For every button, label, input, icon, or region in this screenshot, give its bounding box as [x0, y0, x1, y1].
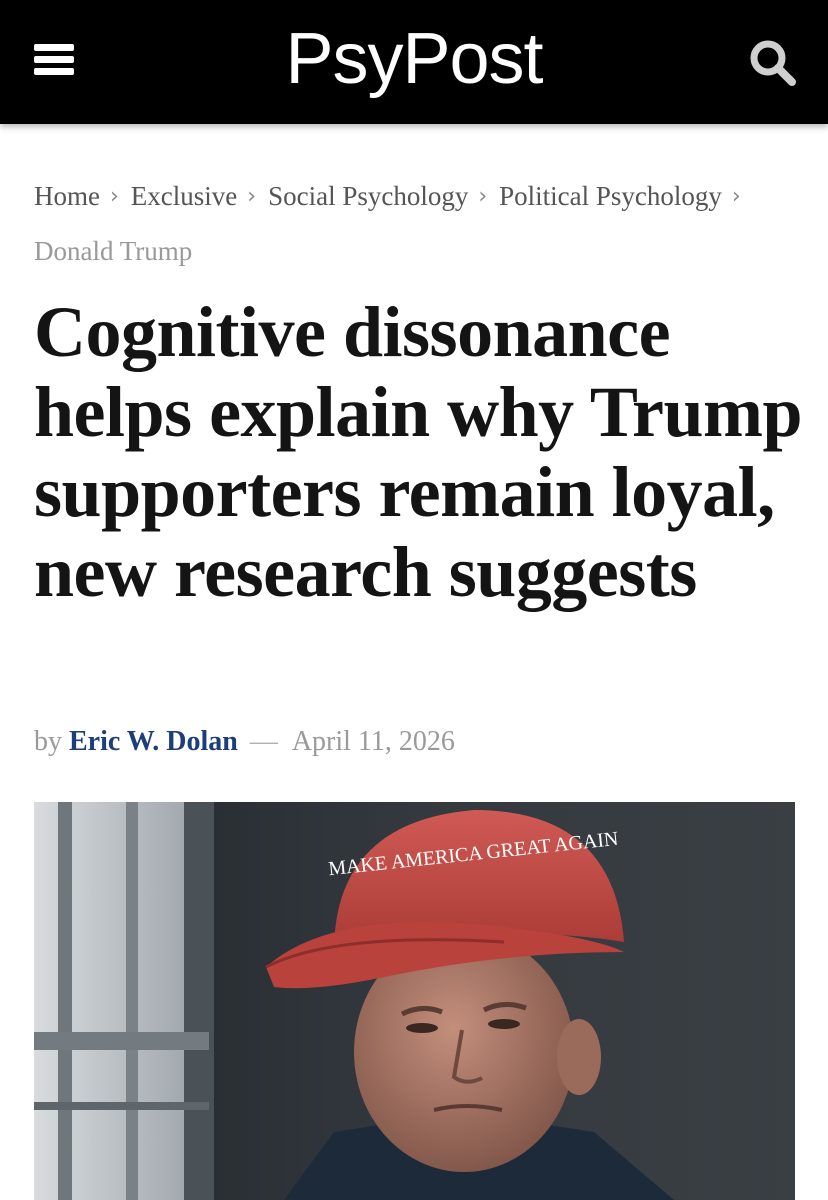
- search-icon[interactable]: [744, 34, 800, 90]
- author-link[interactable]: Eric W. Dolan: [69, 726, 238, 757]
- breadcrumb-separator: ›: [478, 184, 488, 209]
- breadcrumb-separator: ›: [247, 184, 257, 209]
- publish-date: April 11, 2026: [291, 726, 455, 757]
- breadcrumb-home[interactable]: Home: [34, 181, 100, 211]
- byline-prefix: by: [34, 726, 62, 757]
- breadcrumb-current: Donald Trump: [34, 236, 193, 266]
- breadcrumb-exclusive[interactable]: Exclusive: [131, 181, 237, 211]
- breadcrumb-separator: ›: [109, 184, 119, 209]
- byline: by Eric W. Dolan — April 11, 2026: [34, 720, 804, 764]
- site-logo[interactable]: PsyPost: [230, 16, 598, 102]
- breadcrumb-political-psychology[interactable]: Political Psychology: [499, 181, 722, 211]
- breadcrumb-social-psychology[interactable]: Social Psychology: [268, 181, 468, 211]
- hero-image: MAKE AMERICA GREAT AGAIN: [34, 802, 795, 1200]
- breadcrumb-separator: ›: [731, 184, 741, 209]
- hamburger-menu-icon[interactable]: [30, 40, 78, 80]
- byline-separator: —: [249, 726, 278, 757]
- breadcrumb: Home › Exclusive › Social Psychology › Politic…: [34, 170, 804, 278]
- site-header: PsyPost: [0, 0, 828, 124]
- article-title: Cognitive dissonance helps explain why T…: [34, 292, 803, 612]
